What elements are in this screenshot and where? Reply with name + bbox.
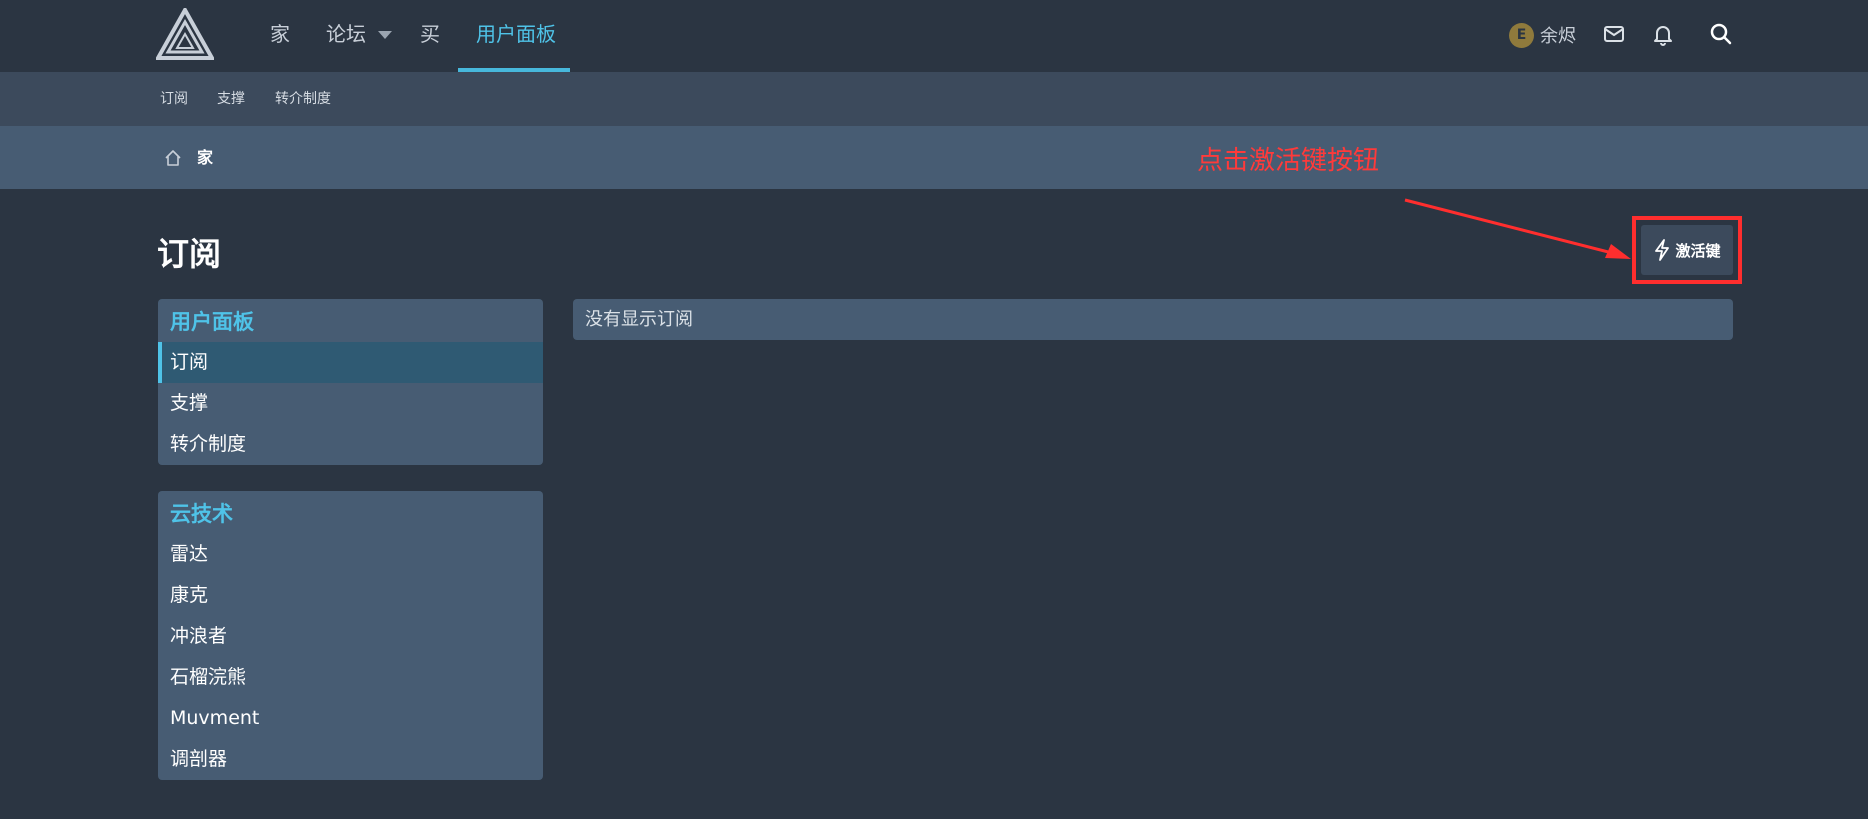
sidebar-item-profiler[interactable]: 调剖器 [158, 739, 543, 780]
subnav-item-subscriptions[interactable]: 订阅 [160, 72, 188, 126]
sidebar-item-muvment[interactable]: Muvment [158, 698, 543, 739]
mail-icon[interactable] [1602, 22, 1626, 46]
home-icon[interactable] [164, 149, 182, 167]
avatar[interactable]: E [1509, 22, 1534, 48]
breadcrumb: 家 [0, 126, 1868, 189]
page-title: 订阅 [157, 235, 222, 273]
chevron-down-icon[interactable] [378, 31, 392, 39]
search-icon[interactable] [1709, 22, 1733, 46]
activate-key-label: 激活键 [1675, 241, 1721, 260]
annotation-arrow-icon [1404, 198, 1631, 259]
subnav-item-support[interactable]: 支撑 [217, 72, 245, 126]
panel-title: 用户面板 [170, 310, 254, 334]
username[interactable]: 余烬 [1540, 22, 1576, 48]
sidebar-item-support[interactable]: 支撑 [158, 383, 543, 424]
triangle-logo-icon[interactable] [156, 8, 214, 60]
empty-subscriptions-notice: 没有显示订阅 [573, 299, 1733, 340]
sidebar-item-pomegranate-raccoon[interactable]: 石榴浣熊 [158, 657, 543, 698]
activate-key-button[interactable]: 激活键 [1641, 225, 1733, 275]
sidebar-item-conk[interactable]: 康克 [158, 575, 543, 616]
nav-forum[interactable]: 论坛 [326, 0, 366, 72]
sidebar-item-referral[interactable]: 转介制度 [158, 424, 543, 465]
nav-user-panel[interactable]: 用户面板 [476, 0, 556, 72]
panel-title: 云技术 [170, 502, 233, 526]
sidebar-panel-cloud: 云技术 雷达 康克 冲浪者 石榴浣熊 Muvment 调剖器 [158, 491, 543, 780]
sidebar-item-radar[interactable]: 雷达 [158, 534, 543, 575]
subnav-item-referral[interactable]: 转介制度 [275, 72, 331, 126]
sidebar-panel-user: 用户面板 订阅 支撑 转介制度 [158, 299, 543, 465]
breadcrumb-home[interactable]: 家 [197, 126, 213, 189]
sidebar-item-subscriptions[interactable]: 订阅 [158, 342, 543, 383]
bolt-icon [1655, 239, 1670, 261]
sidebar-item-surfer[interactable]: 冲浪者 [158, 616, 543, 657]
user-menu[interactable]: E 余烬 [1509, 20, 1576, 50]
top-navigation-bar: 家 论坛 买 用户面板 E 余烬 [0, 0, 1868, 72]
bell-icon[interactable] [1651, 22, 1675, 46]
sub-navigation-bar: 订阅 支撑 转介制度 [0, 72, 1868, 126]
nav-buy[interactable]: 买 [420, 0, 440, 72]
annotation-text: 点击激活键按钮 [1197, 146, 1380, 176]
nav-home[interactable]: 家 [270, 0, 290, 72]
